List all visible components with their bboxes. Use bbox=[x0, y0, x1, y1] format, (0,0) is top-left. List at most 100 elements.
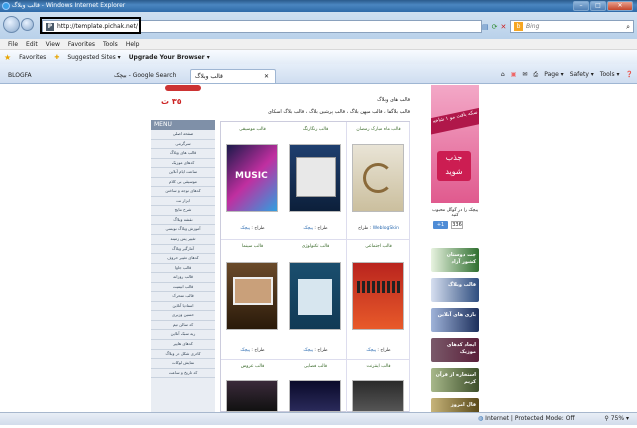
template-thumbnail[interactable] bbox=[289, 144, 341, 212]
template-title[interactable]: قالب تکنولوژی bbox=[284, 244, 347, 249]
menu-favorites[interactable]: Favorites bbox=[68, 39, 95, 49]
sidebar-item[interactable]: قالب انیمیت bbox=[151, 283, 215, 293]
favorites-button[interactable]: Favorites bbox=[19, 54, 46, 61]
sidebar-item[interactable]: ابزار نت bbox=[151, 197, 215, 207]
sidebar-item[interactable]: موسیقی بی کلام bbox=[151, 178, 215, 188]
template-thumbnail[interactable]: MUSIC bbox=[226, 144, 278, 212]
sidebar-item[interactable]: کدهای هایپر bbox=[151, 340, 215, 350]
sidebar-item[interactable]: قالب متحرک bbox=[151, 292, 215, 302]
sidebar-item[interactable]: سرگرمی bbox=[151, 140, 215, 150]
refresh-icon[interactable]: ⟳ bbox=[492, 23, 498, 31]
add-favorite-icon[interactable]: ✚ bbox=[54, 54, 59, 61]
category-links[interactable]: قالب بلاگفا ، قالب میهن بلاگ ، قالب پرشی… bbox=[268, 109, 410, 115]
ad-banner-quran[interactable]: استخاره از قرآن کریم bbox=[431, 368, 479, 392]
compat-view-icon[interactable]: ▤ bbox=[482, 23, 489, 31]
sidebar-item[interactable]: کدهای توجه و ساختن bbox=[151, 187, 215, 197]
template-title[interactable]: قالب موسیقی bbox=[221, 127, 284, 132]
menu-edit[interactable]: Edit bbox=[26, 39, 38, 49]
sidebar-item[interactable]: نقشه وبلاگ bbox=[151, 216, 215, 226]
sidebar-item[interactable]: قالب روزانه bbox=[151, 273, 215, 283]
tools-menu[interactable]: Tools ▾ bbox=[600, 69, 620, 81]
sidebar-item[interactable]: آمارگیر وبلاگ bbox=[151, 245, 215, 255]
sidebar-item[interactable]: حسین وزیری bbox=[151, 311, 215, 321]
template-card[interactable]: قالب اجتماعی طراح : پیچک bbox=[347, 240, 410, 360]
template-grid: قالب ماه مبارک رمضان طراح : WeblogSkin ق… bbox=[220, 121, 410, 413]
template-title[interactable]: قالب عروس bbox=[221, 364, 284, 369]
sidebar-item[interactable]: ساعت ایام آنلاین bbox=[151, 168, 215, 178]
template-title[interactable]: قالب رنگارنگ bbox=[284, 127, 347, 132]
sidebar-item[interactable]: آموزش وبلاگ نویسی bbox=[151, 225, 215, 236]
search-icon[interactable]: ⌕ bbox=[626, 21, 630, 33]
minimize-button[interactable]: – bbox=[573, 1, 589, 11]
home-icon[interactable]: ⌂ bbox=[501, 69, 505, 81]
sidebar-item[interactable]: قالب جاوا bbox=[151, 264, 215, 274]
template-thumbnail[interactable] bbox=[226, 380, 278, 412]
feeds-icon[interactable]: ▣ bbox=[511, 69, 517, 81]
ie-icon bbox=[2, 2, 10, 10]
template-thumbnail[interactable] bbox=[289, 262, 341, 330]
ad-banner-chat[interactable]: چت دوستان کشور آزاد bbox=[431, 248, 479, 272]
template-card[interactable]: قالب سینما طراح : پیچک bbox=[221, 240, 284, 360]
sidebar-item[interactable]: نمایش لوکات bbox=[151, 359, 215, 369]
tab-active-page[interactable]: قالب وبلاگ ✕ bbox=[190, 69, 276, 83]
close-button[interactable]: ✕ bbox=[607, 1, 633, 11]
sidebar-item[interactable]: استادیا آنلاین bbox=[151, 302, 215, 312]
sidebar-item[interactable]: صفحه اصلی bbox=[151, 130, 215, 140]
search-input[interactable]: Bing bbox=[526, 21, 539, 33]
template-title[interactable]: قالب سینما bbox=[221, 244, 284, 249]
ad-banner-games[interactable]: بازی های آنلاین bbox=[431, 308, 479, 332]
mail-icon[interactable]: ✉ bbox=[522, 69, 527, 81]
template-thumbnail[interactable] bbox=[352, 144, 404, 212]
security-zone[interactable]: ◍ Internet | Protected Mode: Off bbox=[478, 413, 575, 425]
template-title[interactable]: قالب اجتماعی bbox=[347, 244, 410, 249]
tab-close-icon[interactable]: ✕ bbox=[264, 70, 269, 84]
stop-icon[interactable]: ✕ bbox=[501, 23, 507, 31]
template-thumbnail[interactable] bbox=[352, 262, 404, 330]
zoom-control[interactable]: ⚲ 75% ▾ bbox=[604, 413, 629, 425]
template-thumbnail[interactable] bbox=[289, 380, 341, 412]
template-card[interactable]: قالب موسیقی MUSIC طراح : پیچک bbox=[221, 122, 284, 240]
help-icon[interactable]: ❓ bbox=[626, 69, 633, 81]
sidebar-item[interactable]: ربه سبک آنلاین bbox=[151, 330, 215, 341]
search-box[interactable]: b Bing ⌕ bbox=[510, 20, 634, 33]
upgrade-browser-link[interactable]: Upgrade Your Browser ▾ bbox=[129, 54, 210, 61]
sidebar-item[interactable]: شرح نتایج bbox=[151, 206, 215, 216]
forward-button[interactable] bbox=[21, 18, 34, 31]
template-card[interactable]: قالب ماه مبارک رمضان طراح : WeblogSkin bbox=[347, 122, 410, 240]
ad-banner-templates[interactable]: قالب وبلاگ bbox=[431, 278, 479, 302]
menu-help[interactable]: Help bbox=[126, 39, 140, 49]
sidebar-item[interactable]: کادری شکل در وبلاگ bbox=[151, 350, 215, 360]
template-card[interactable]: قالب تکنولوژی طراح : پیچک bbox=[284, 240, 347, 360]
back-button[interactable] bbox=[3, 16, 20, 33]
menu-view[interactable]: View bbox=[46, 39, 60, 49]
sidebar-item[interactable]: قالب های وبلاگ bbox=[151, 149, 215, 159]
favorites-star-icon[interactable]: ★ bbox=[4, 53, 11, 62]
promo-banner[interactable]: سکه بافت مو ١ شاخه جذب شوید bbox=[431, 85, 479, 203]
template-card[interactable]: قالب اینترنت bbox=[347, 360, 410, 413]
template-thumbnail[interactable] bbox=[226, 262, 278, 330]
sidebar-item[interactable]: کدهای موزیک bbox=[151, 159, 215, 169]
google-plus-button[interactable]: +1 bbox=[433, 221, 448, 229]
sidebar-item[interactable]: تغییر پس زمینه bbox=[151, 235, 215, 245]
template-thumbnail[interactable] bbox=[352, 380, 404, 412]
menu-tools[interactable]: Tools bbox=[103, 39, 118, 49]
maximize-button[interactable]: □ bbox=[590, 1, 606, 11]
window-titlebar: قالب وبلاگ - Windows Internet Explorer –… bbox=[0, 0, 637, 12]
ad-banner-music[interactable]: ایجاد کدهای موزیک bbox=[431, 338, 479, 362]
menu-file[interactable]: File bbox=[8, 39, 18, 49]
page-menu[interactable]: Page ▾ bbox=[544, 69, 563, 81]
sidebar-item[interactable]: کدهای تغییر حروف bbox=[151, 254, 215, 264]
sidebar-item[interactable]: کد سالن تیم bbox=[151, 321, 215, 331]
template-title[interactable]: قالب فضایی bbox=[284, 364, 347, 369]
tab-google-search[interactable]: بیچک - Google Search bbox=[110, 69, 188, 83]
template-title[interactable]: قالب ماه مبارک رمضان bbox=[347, 127, 410, 132]
tab-blogfa[interactable]: BLOGFA bbox=[4, 69, 82, 83]
print-icon[interactable]: ⎙ bbox=[533, 69, 538, 81]
suggested-sites-link[interactable]: Suggested Sites ▾ bbox=[67, 54, 120, 61]
template-card[interactable]: قالب رنگارنگ طراح : پیچک bbox=[284, 122, 347, 240]
template-card[interactable]: قالب عروس bbox=[221, 360, 284, 413]
template-card[interactable]: قالب فضایی bbox=[284, 360, 347, 413]
template-title[interactable]: قالب اینترنت bbox=[347, 364, 410, 369]
safety-menu[interactable]: Safety ▾ bbox=[570, 69, 594, 81]
sidebar-item[interactable]: کد تاریخ و ساعت bbox=[151, 369, 215, 379]
